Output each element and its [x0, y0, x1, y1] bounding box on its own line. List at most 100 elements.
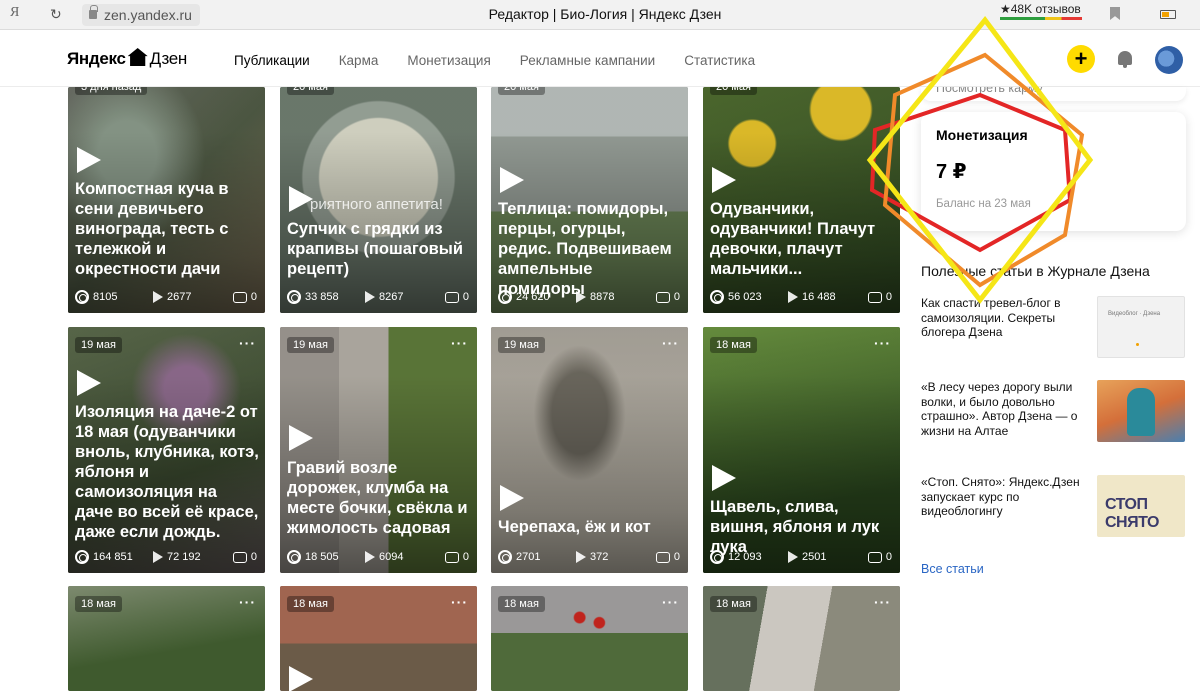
- card-title: Изоляция на даче-2 от 18 мая (одуванчики…: [75, 403, 259, 541]
- views-count: 33 858: [305, 291, 339, 303]
- article-title[interactable]: «В лесу через дорогу выли волки, и было …: [921, 380, 1086, 438]
- publication-card[interactable]: 3 дня назад Компостная куча в сени девич…: [68, 87, 265, 313]
- views-icon: [498, 550, 512, 564]
- create-button[interactable]: +: [1067, 45, 1095, 73]
- comment-icon: [444, 551, 459, 563]
- logo-dzen: Дзен: [149, 49, 188, 68]
- reads-count: 372: [590, 551, 609, 563]
- yandex-zen-logo[interactable]: Яндекс Дзен: [67, 48, 187, 69]
- dot-icon: [1136, 343, 1139, 346]
- views-icon: [75, 550, 89, 564]
- card-date: 18 мая: [287, 596, 334, 612]
- reads-stat: 2677: [153, 291, 229, 303]
- views-stat: 18 505: [287, 550, 365, 564]
- comments-stat: 0: [444, 551, 469, 563]
- article-title[interactable]: Как спасти тревел-блог в самоизоляции. С…: [921, 296, 1086, 340]
- comments-count: 0: [885, 291, 892, 303]
- views-stat: 8105: [75, 290, 153, 304]
- journal-article[interactable]: Как спасти тревел-блог в самоизоляции. С…: [921, 296, 1186, 358]
- photo-caption: риятного аппетита!: [310, 196, 443, 213]
- card-title: Гравий возле дорожек, клумба на месте бо…: [287, 459, 468, 537]
- journal-article[interactable]: «Стоп. Снято»: Яндекс.Дзен запускает кур…: [921, 475, 1186, 537]
- more-options-icon[interactable]: ···: [239, 594, 256, 610]
- reviews-badge[interactable]: ★48K отзывов: [1000, 2, 1082, 20]
- views-count: 24 620: [516, 291, 550, 303]
- publication-card[interactable]: 20 мая Одуванчики, одуванчики! Плачут де…: [703, 87, 900, 313]
- views-stat: 56 023: [710, 290, 788, 304]
- comment-icon: [867, 291, 882, 303]
- article-thumbnail[interactable]: [1097, 380, 1185, 442]
- card-date: 18 мая: [75, 596, 122, 612]
- browser-toolbar: Я ↻ zen.yandex.ru Редактор | Био-Логия |…: [0, 0, 1200, 30]
- tab-ad-campaigns[interactable]: Рекламные кампании: [520, 53, 655, 68]
- more-options-icon[interactable]: ···: [451, 594, 468, 610]
- views-stat: 12 093: [710, 550, 788, 564]
- tab-statistics[interactable]: Статистика: [684, 53, 755, 68]
- comments-stat: 0: [232, 551, 257, 563]
- reads-count: 6094: [379, 551, 404, 563]
- publication-card[interactable]: 19 мая ··· Черепаха, ёж и кот 2701 372 0: [491, 327, 688, 573]
- avatar[interactable]: [1155, 46, 1183, 74]
- views-icon: [710, 290, 724, 304]
- publication-card[interactable]: 18 мая ···: [703, 586, 900, 691]
- logo-yandex: Яндекс: [67, 49, 126, 68]
- views-icon: [75, 290, 89, 304]
- reads-stat: 372: [576, 551, 652, 563]
- more-options-icon[interactable]: ···: [874, 335, 891, 351]
- views-icon: [498, 290, 512, 304]
- card-stats: 12 093 2501 0: [710, 550, 892, 564]
- card-date: 20 мая: [710, 87, 757, 95]
- play-icon: [500, 167, 524, 193]
- main-nav: Публикации Карма Монетизация Рекламные к…: [234, 53, 755, 68]
- publication-card[interactable]: 18 мая ···: [280, 586, 477, 691]
- views-count: 56 023: [728, 291, 762, 303]
- karma-card[interactable]: Посмотреть карму: [921, 87, 1186, 101]
- publication-card[interactable]: 20 мая Теплица: помидоры, перцы, огурцы,…: [491, 87, 688, 313]
- card-date: 18 мая: [498, 596, 545, 612]
- publication-card[interactable]: 19 мая ··· Гравий возле дорожек, клумба …: [280, 327, 477, 573]
- reads-icon: [576, 551, 586, 563]
- tab-publications[interactable]: Публикации: [234, 53, 310, 68]
- views-stat: 164 851: [75, 550, 153, 564]
- comments-stat: 0: [655, 291, 680, 303]
- more-options-icon[interactable]: ···: [451, 335, 468, 351]
- play-icon: [712, 465, 736, 491]
- more-options-icon[interactable]: ···: [662, 594, 679, 610]
- comments-stat: 0: [867, 291, 892, 303]
- views-icon: [287, 550, 301, 564]
- publication-card[interactable]: 18 мая ···: [68, 586, 265, 691]
- publication-card[interactable]: 18 мая ··· Щавель, слива, вишня, яблоня …: [703, 327, 900, 573]
- monetization-title: Монетизация: [936, 127, 1028, 143]
- comments-count: 0: [673, 551, 680, 563]
- bell-icon[interactable]: [1118, 51, 1132, 68]
- tab-karma[interactable]: Карма: [339, 53, 379, 68]
- views-count: 12 093: [728, 551, 762, 563]
- more-options-icon[interactable]: ···: [662, 335, 679, 351]
- reads-icon: [576, 291, 586, 303]
- card-date: 19 мая: [75, 337, 122, 353]
- publication-card[interactable]: 18 мая ···: [491, 586, 688, 691]
- more-options-icon[interactable]: ···: [239, 335, 256, 351]
- views-stat: 33 858: [287, 290, 365, 304]
- publication-card[interactable]: 20 мая риятного аппетита! Супчик с грядк…: [280, 87, 477, 313]
- monetization-card[interactable]: Монетизация 7 ₽ Баланс на 23 мая: [921, 112, 1186, 231]
- play-icon: [712, 167, 736, 193]
- comments-count: 0: [673, 291, 680, 303]
- card-title: Компостная куча в сени девичьего виногра…: [75, 180, 229, 278]
- all-articles-link[interactable]: Все статьи: [921, 562, 984, 576]
- journal-article[interactable]: «В лесу через дорогу выли волки, и было …: [921, 380, 1186, 442]
- karma-link[interactable]: Посмотреть карму: [936, 87, 1043, 95]
- article-thumbnail[interactable]: СТОП СНЯТО: [1097, 475, 1185, 537]
- play-icon: [77, 370, 101, 396]
- article-title[interactable]: «Стоп. Снято»: Яндекс.Дзен запускает кур…: [921, 475, 1086, 519]
- reads-count: 2677: [167, 291, 192, 303]
- more-options-icon[interactable]: ···: [874, 594, 891, 610]
- tab-monetization[interactable]: Монетизация: [407, 53, 490, 68]
- play-icon: [500, 485, 524, 511]
- reads-icon: [365, 291, 375, 303]
- publication-card[interactable]: 19 мая ··· Изоляция на даче-2 от 18 мая …: [68, 327, 265, 573]
- article-thumbnail[interactable]: Видеоблог · Дзена: [1097, 296, 1185, 358]
- reads-stat: 2501: [788, 551, 864, 563]
- monetization-balance: 7 ₽: [936, 161, 967, 183]
- reads-count: 8878: [590, 291, 615, 303]
